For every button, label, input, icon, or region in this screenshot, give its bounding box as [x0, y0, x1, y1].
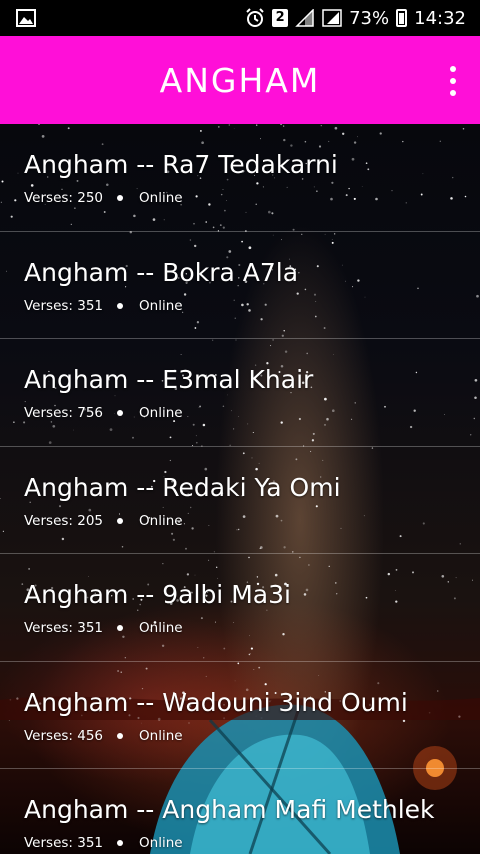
sim-badge: 2 [272, 9, 289, 27]
app-title: ANGHAM [159, 60, 321, 100]
song-meta: Verses: 351 Online [24, 620, 183, 636]
status-label: Online [139, 727, 183, 744]
more-vert-icon[interactable] [448, 66, 458, 96]
list-item-song[interactable]: Angham -- Ra7 Tedakarni Verses: 250 Onli… [0, 124, 480, 232]
separator-dot [117, 517, 124, 524]
status-label: Online [139, 297, 183, 314]
battery-percent: 73% [349, 7, 390, 29]
status-label: Online [139, 620, 183, 636]
verse-count: Verses: 351 [24, 620, 104, 636]
song-meta: Verses: 351 Online [24, 835, 183, 851]
list-item-song[interactable]: Angham -- Bokra A7la Verses: 351 Online [0, 232, 480, 339]
separator-dot [117, 195, 124, 201]
app-screen: 2 73% 14:32 ANGHAM Angham -- Ra7 Tedakar… [0, 0, 480, 854]
song-title: Angham -- Bokra A7la [24, 257, 299, 287]
signal-icon [295, 9, 314, 27]
signal-icon-2 [322, 9, 342, 27]
status-bar: 2 73% 14:32 [0, 0, 480, 36]
list-item-song[interactable]: Angham -- Wadouni 3ind Oumi Verses: 456 … [0, 662, 480, 769]
status-label: Online [139, 190, 183, 206]
status-label: Online [139, 835, 183, 851]
song-title: Angham -- 9albi Ma3i [24, 580, 291, 609]
song-title: Angham -- Redaki Ya Omi [24, 472, 341, 502]
separator-dot [117, 410, 124, 416]
status-label: Online [139, 512, 183, 529]
verse-count: Verses: 351 [24, 297, 104, 314]
song-title: Angham -- E3mal Khair [24, 365, 314, 394]
battery-icon [396, 9, 408, 27]
song-meta: Verses: 756 Online [24, 405, 183, 421]
list-item-song[interactable]: Angham -- Angham Mafi Methlek Verses: 35… [0, 769, 480, 854]
app-bar: ANGHAM [0, 36, 480, 124]
image-icon [16, 9, 36, 27]
song-title: Angham -- Ra7 Tedakarni [24, 150, 338, 179]
song-list: Angham -- Ra7 Tedakarni Verses: 250 Onli… [0, 124, 480, 854]
verse-count: Verses: 756 [24, 405, 104, 421]
verse-count: Verses: 250 [24, 190, 104, 206]
verse-count: Verses: 351 [24, 835, 104, 851]
verse-count: Verses: 205 [24, 512, 104, 529]
separator-dot [117, 840, 124, 846]
status-label: Online [139, 405, 183, 421]
song-title: Angham -- Angham Mafi Methlek [24, 795, 435, 824]
verse-count: Verses: 456 [24, 727, 104, 744]
song-meta: Verses: 456 Online [24, 728, 183, 744]
list-item-song[interactable]: Angham -- Redaki Ya Omi Verses: 205 Onli… [0, 447, 480, 554]
song-meta: Verses: 351 Online [24, 298, 183, 314]
list-item-song[interactable]: Angham -- E3mal Khair Verses: 756 Online [0, 339, 480, 447]
list-item-song[interactable]: Angham -- 9albi Ma3i Verses: 351 Online [0, 554, 480, 662]
separator-dot [117, 302, 124, 309]
separator-dot [117, 625, 124, 631]
song-meta: Verses: 250 Online [24, 190, 183, 206]
separator-dot [117, 732, 124, 739]
song-meta: Verses: 205 Online [24, 513, 183, 529]
alarm-icon [246, 8, 264, 27]
song-title: Angham -- Wadouni 3ind Oumi [24, 687, 408, 717]
clock: 14:32 [414, 7, 466, 29]
